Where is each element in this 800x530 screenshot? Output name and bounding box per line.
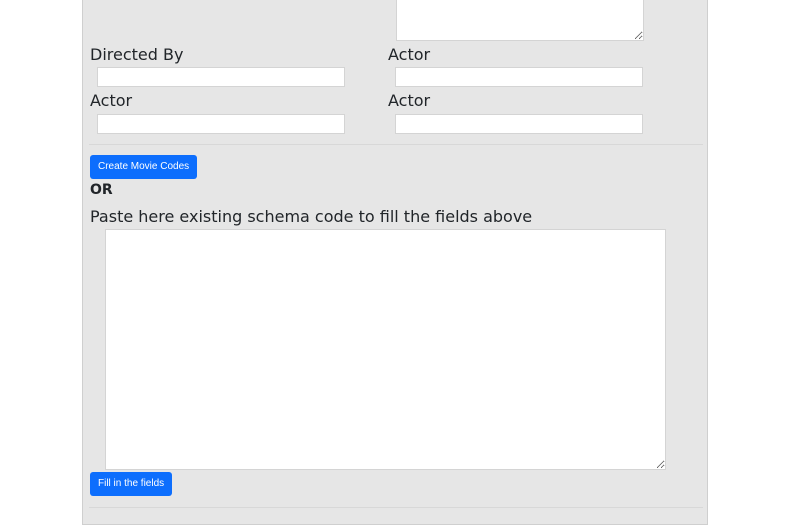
directed-by-input[interactable] [97,67,345,87]
actor-label: Actor [388,45,431,64]
fill-in-fields-button[interactable]: Fill in the fields [90,472,173,496]
directed-by-label: Directed By [90,45,184,64]
actor-label: Actor [90,91,133,110]
divider [89,507,703,508]
divider [89,144,703,145]
actor-input-2[interactable] [97,114,345,134]
paste-schema-label: Paste here existing schema code to fill … [90,207,533,226]
schema-code-textarea[interactable] [105,229,666,470]
actor-label: Actor [388,91,431,110]
actor-input-1[interactable] [395,67,643,87]
form-panel: Directed By Actor Actor Actor Create Mov… [82,0,708,525]
create-movie-codes-button[interactable]: Create Movie Codes [90,155,198,179]
or-separator: OR [90,182,113,198]
description-textarea[interactable] [396,0,644,41]
actor-input-3[interactable] [395,114,643,134]
